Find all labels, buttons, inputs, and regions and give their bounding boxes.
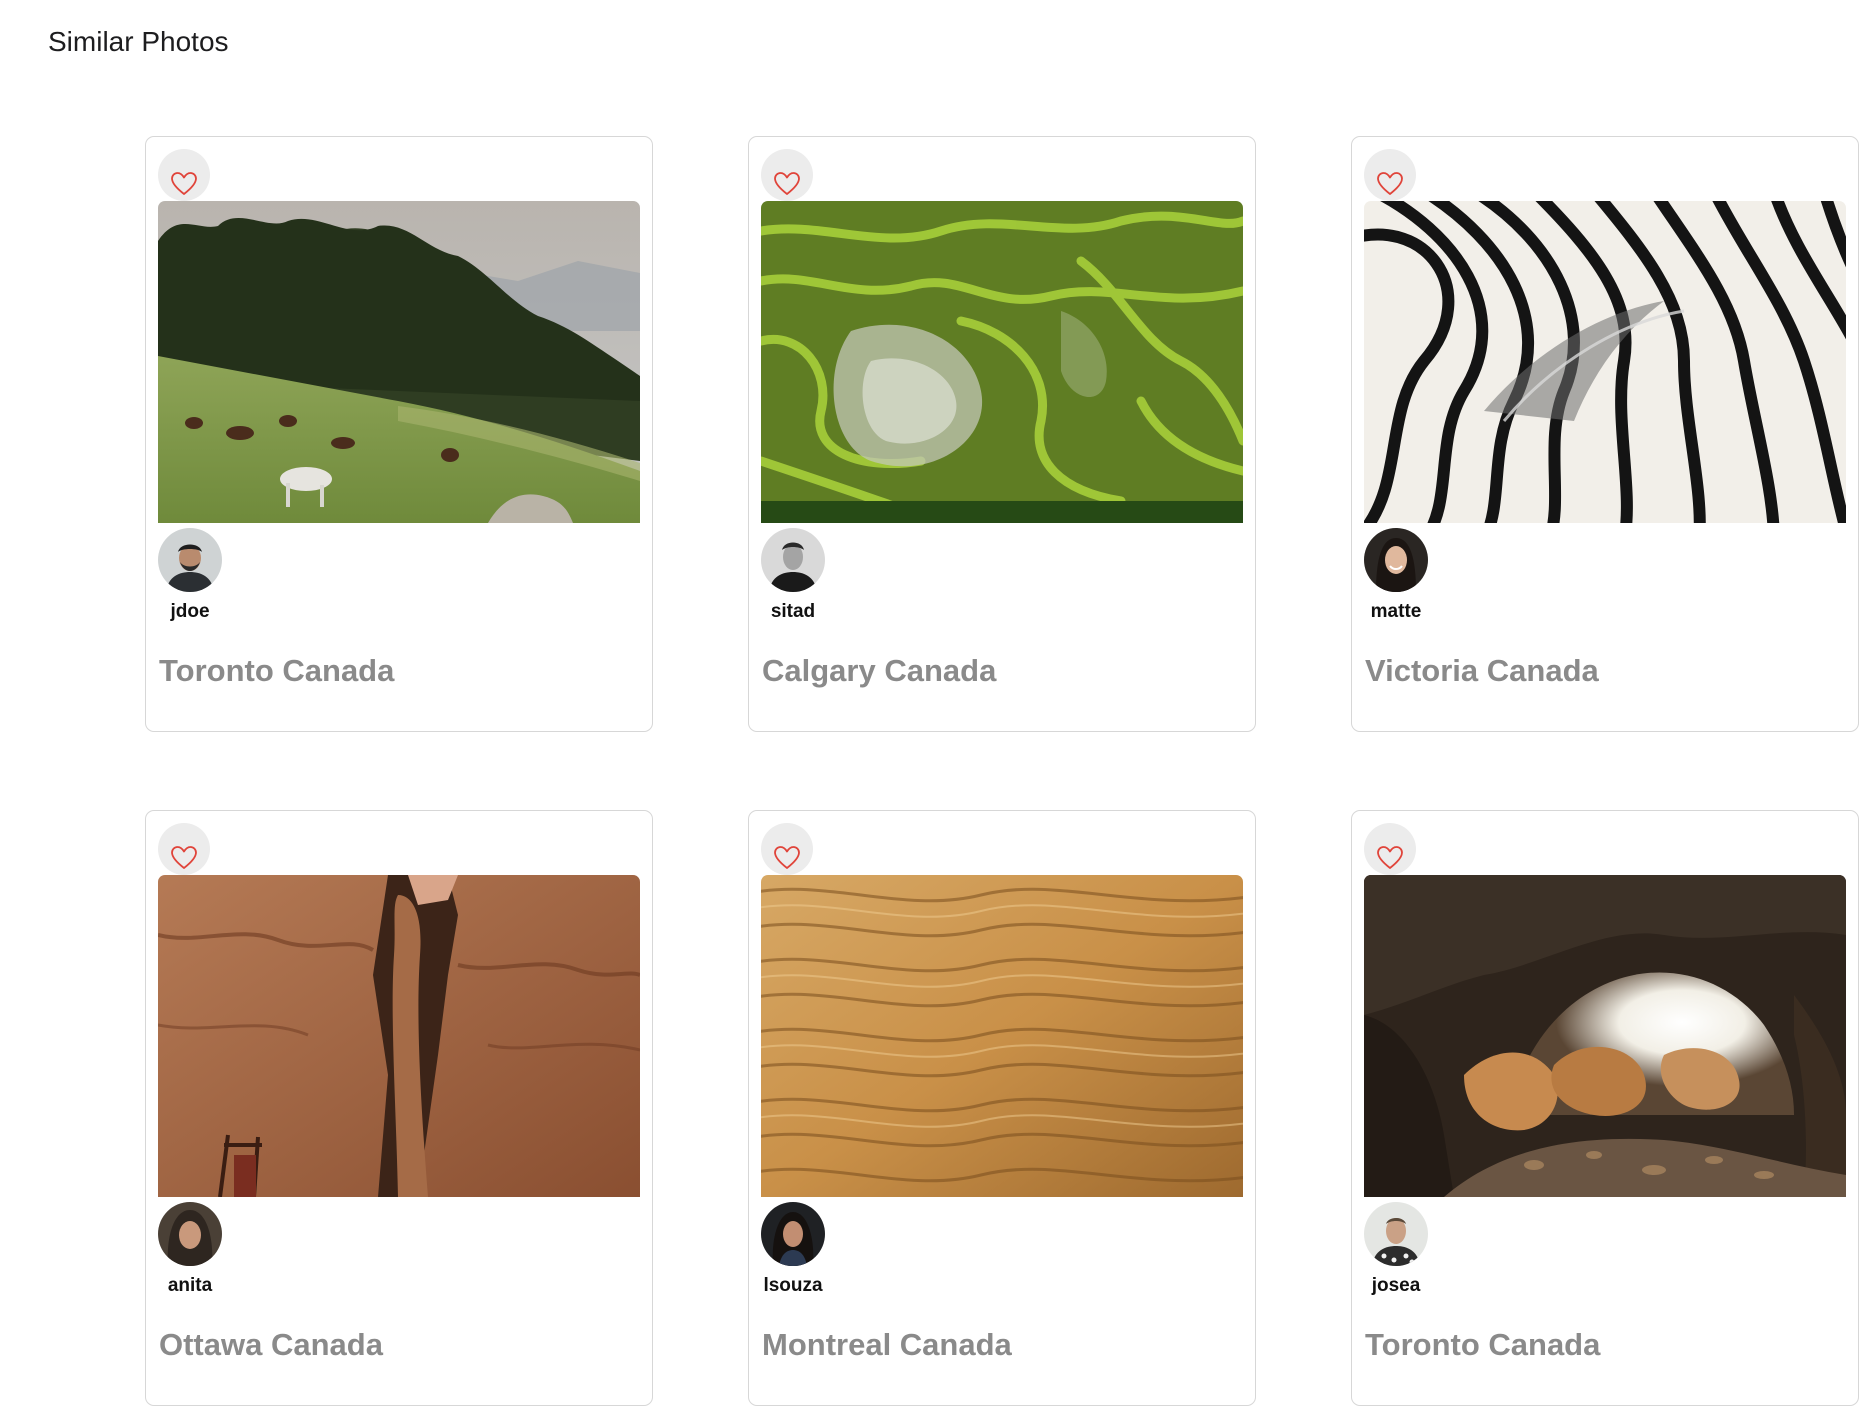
- avatar[interactable]: [761, 1202, 825, 1266]
- location-label: Victoria Canada: [1365, 653, 1599, 688]
- photo-zebra-stripes[interactable]: [1364, 201, 1846, 523]
- man-portrait-icon: [158, 528, 222, 592]
- like-button[interactable]: [158, 823, 210, 875]
- username[interactable]: sitad: [761, 600, 825, 624]
- woman-portrait-icon: [158, 1202, 222, 1266]
- man-portrait-icon: [1364, 1202, 1428, 1266]
- photo-sandstone-canyon[interactable]: [158, 875, 640, 1197]
- like-button[interactable]: [1364, 149, 1416, 201]
- username[interactable]: lsouza: [761, 1274, 825, 1298]
- heart-icon: [774, 846, 800, 869]
- like-button[interactable]: [761, 149, 813, 201]
- like-button[interactable]: [158, 149, 210, 201]
- photo-card[interactable]: sitad Calgary Canada: [748, 136, 1256, 732]
- heart-icon: [1377, 846, 1403, 869]
- avatar[interactable]: [761, 528, 825, 592]
- location-label: Toronto Canada: [1365, 1327, 1601, 1362]
- username[interactable]: matte: [1364, 600, 1428, 624]
- similar-photos-grid: jdoe Toronto Canada sitad Calgary Canada…: [145, 136, 1859, 1406]
- heart-icon: [171, 846, 197, 869]
- photo-card[interactable]: jdoe Toronto Canada: [145, 136, 653, 732]
- avatar[interactable]: [1364, 528, 1428, 592]
- avatar[interactable]: [158, 1202, 222, 1266]
- woman-portrait-icon: [761, 1202, 825, 1266]
- like-button[interactable]: [1364, 823, 1416, 875]
- heart-icon: [1377, 172, 1403, 195]
- page-title: Similar Photos: [48, 26, 229, 57]
- username[interactable]: anita: [158, 1274, 222, 1298]
- avatar[interactable]: [1364, 1202, 1428, 1266]
- like-button[interactable]: [761, 823, 813, 875]
- photo-rice-terraces[interactable]: [761, 201, 1243, 523]
- woman-portrait-icon: [1364, 528, 1428, 592]
- photo-cave-opening[interactable]: [1364, 875, 1846, 1197]
- man-portrait-icon: [761, 528, 825, 592]
- photo-card[interactable]: matte Victoria Canada: [1351, 136, 1859, 732]
- location-label: Toronto Canada: [159, 653, 395, 688]
- location-label: Calgary Canada: [762, 653, 997, 688]
- location-label: Ottawa Canada: [159, 1327, 383, 1362]
- photo-card[interactable]: anita Ottawa Canada: [145, 810, 653, 1406]
- username[interactable]: jdoe: [158, 600, 222, 624]
- heart-icon: [774, 172, 800, 195]
- avatar[interactable]: [158, 528, 222, 592]
- photo-card[interactable]: josea Toronto Canada: [1351, 810, 1859, 1406]
- photo-horses-hillside[interactable]: [158, 201, 640, 523]
- heart-icon: [171, 172, 197, 195]
- username[interactable]: josea: [1364, 1274, 1428, 1298]
- photo-desert-sand[interactable]: [761, 875, 1243, 1197]
- location-label: Montreal Canada: [762, 1327, 1012, 1362]
- photo-card[interactable]: lsouza Montreal Canada: [748, 810, 1256, 1406]
